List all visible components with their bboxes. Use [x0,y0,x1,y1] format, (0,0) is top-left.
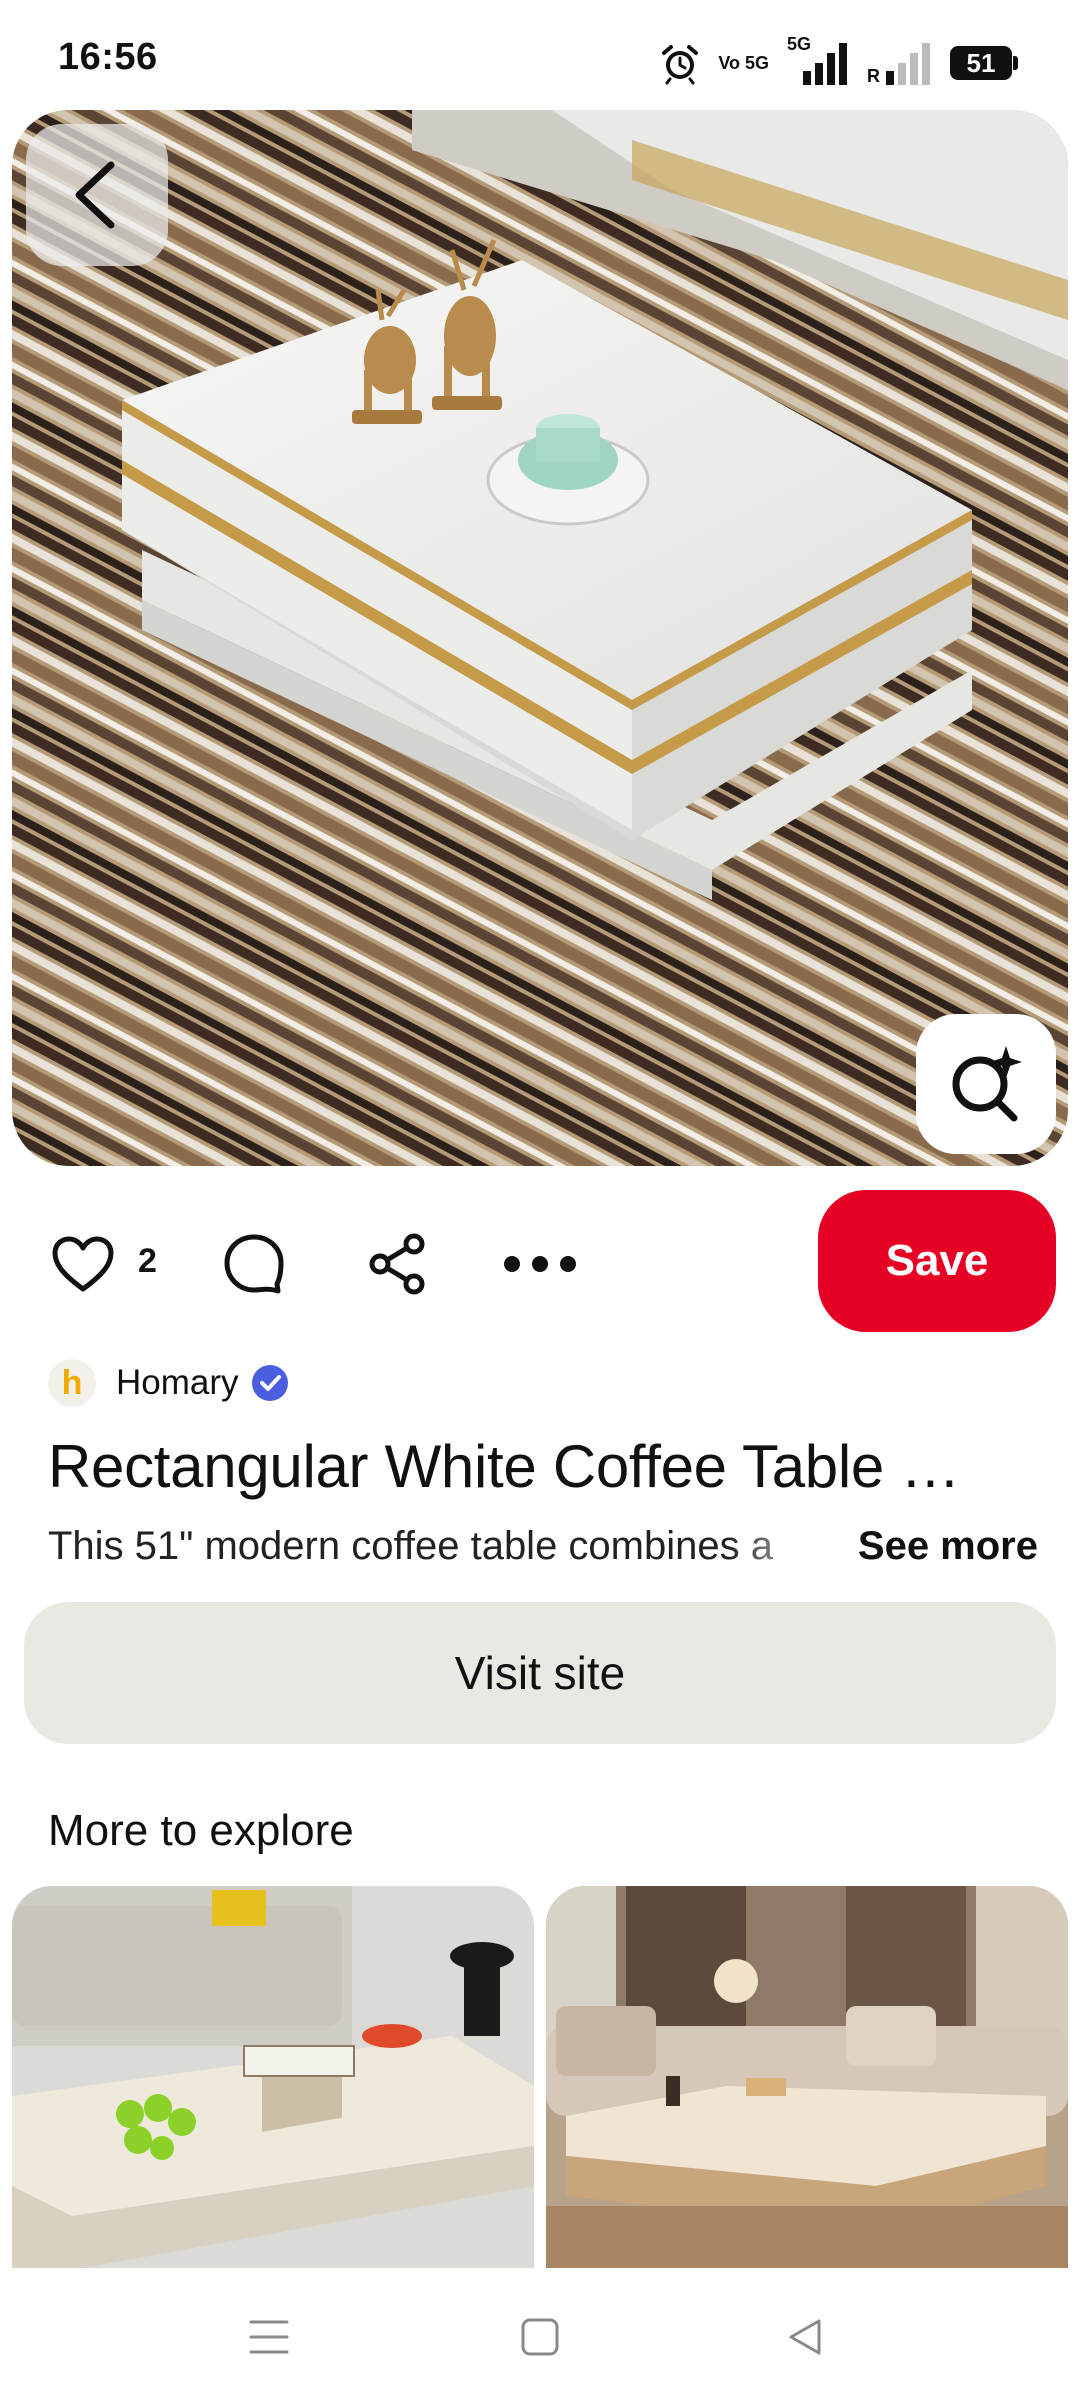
status-icons: Vo 5G 5G R 51 [658,35,1018,88]
share-icon [369,1233,425,1295]
like-button[interactable] [48,1232,118,1296]
menu-lines-icon [249,2320,289,2354]
creator-initial: h [61,1363,83,1402]
signal-icon: 5G [785,35,851,85]
pin-title: Rectangular White Coffee Table … [48,1433,961,1500]
status-bar: 16:56 Vo 5G 5G R 51 [0,0,1080,110]
pin-image[interactable] [12,110,1068,1166]
alarm-icon [662,45,699,85]
coffee-table-photo [12,110,1068,1166]
see-more-link[interactable]: See more [858,1524,1038,1569]
status-time: 16:56 [58,36,158,78]
nav-back-button[interactable] [780,2312,830,2362]
share-button[interactable] [366,1232,430,1296]
home-square-icon [521,2318,559,2356]
coffee-table-thumbnail [12,1886,534,2270]
verified-badge-icon [251,1365,288,1401]
creator-row[interactable]: h Homary [48,1354,289,1412]
chevron-left-icon [75,161,115,229]
save-button[interactable]: Save [818,1190,1056,1332]
more-to-explore-heading: More to explore [48,1806,354,1855]
creator-avatar[interactable]: h [48,1359,96,1407]
explore-pin-2[interactable] [546,1886,1068,2270]
battery-icon: 51 [950,46,1018,80]
living-room-thumbnail [546,1886,1068,2270]
volte-icon: Vo 5G [718,53,769,73]
nav-menu-button[interactable] [244,2312,294,2362]
heart-icon [52,1236,114,1292]
sparkle-search-icon [952,1046,1022,1122]
description-row: This 51" modern coffee table combines a … [48,1524,1038,1584]
back-triangle-icon [789,2319,821,2355]
more-horizontal-icon [504,1256,576,1272]
network-type: 5G [787,34,812,54]
back-button[interactable] [26,124,168,266]
signal-weak-icon: R [867,41,934,85]
pin-description: This 51" modern coffee table combines a [48,1524,773,1568]
system-nav-bar [0,2268,1080,2400]
visit-site-button[interactable]: Visit site [24,1602,1056,1744]
comment-icon [224,1234,284,1294]
comment-button[interactable] [222,1232,286,1296]
more-options-button[interactable] [502,1250,578,1278]
nav-home-button[interactable] [515,2312,565,2362]
pin-actions: 2 Save [0,1190,1080,1334]
roaming-label: R [867,66,880,86]
creator-name[interactable]: Homary [116,1363,239,1403]
visual-search-button[interactable] [916,1014,1056,1154]
like-count: 2 [138,1242,157,1280]
explore-pin-1[interactable] [12,1886,534,2270]
